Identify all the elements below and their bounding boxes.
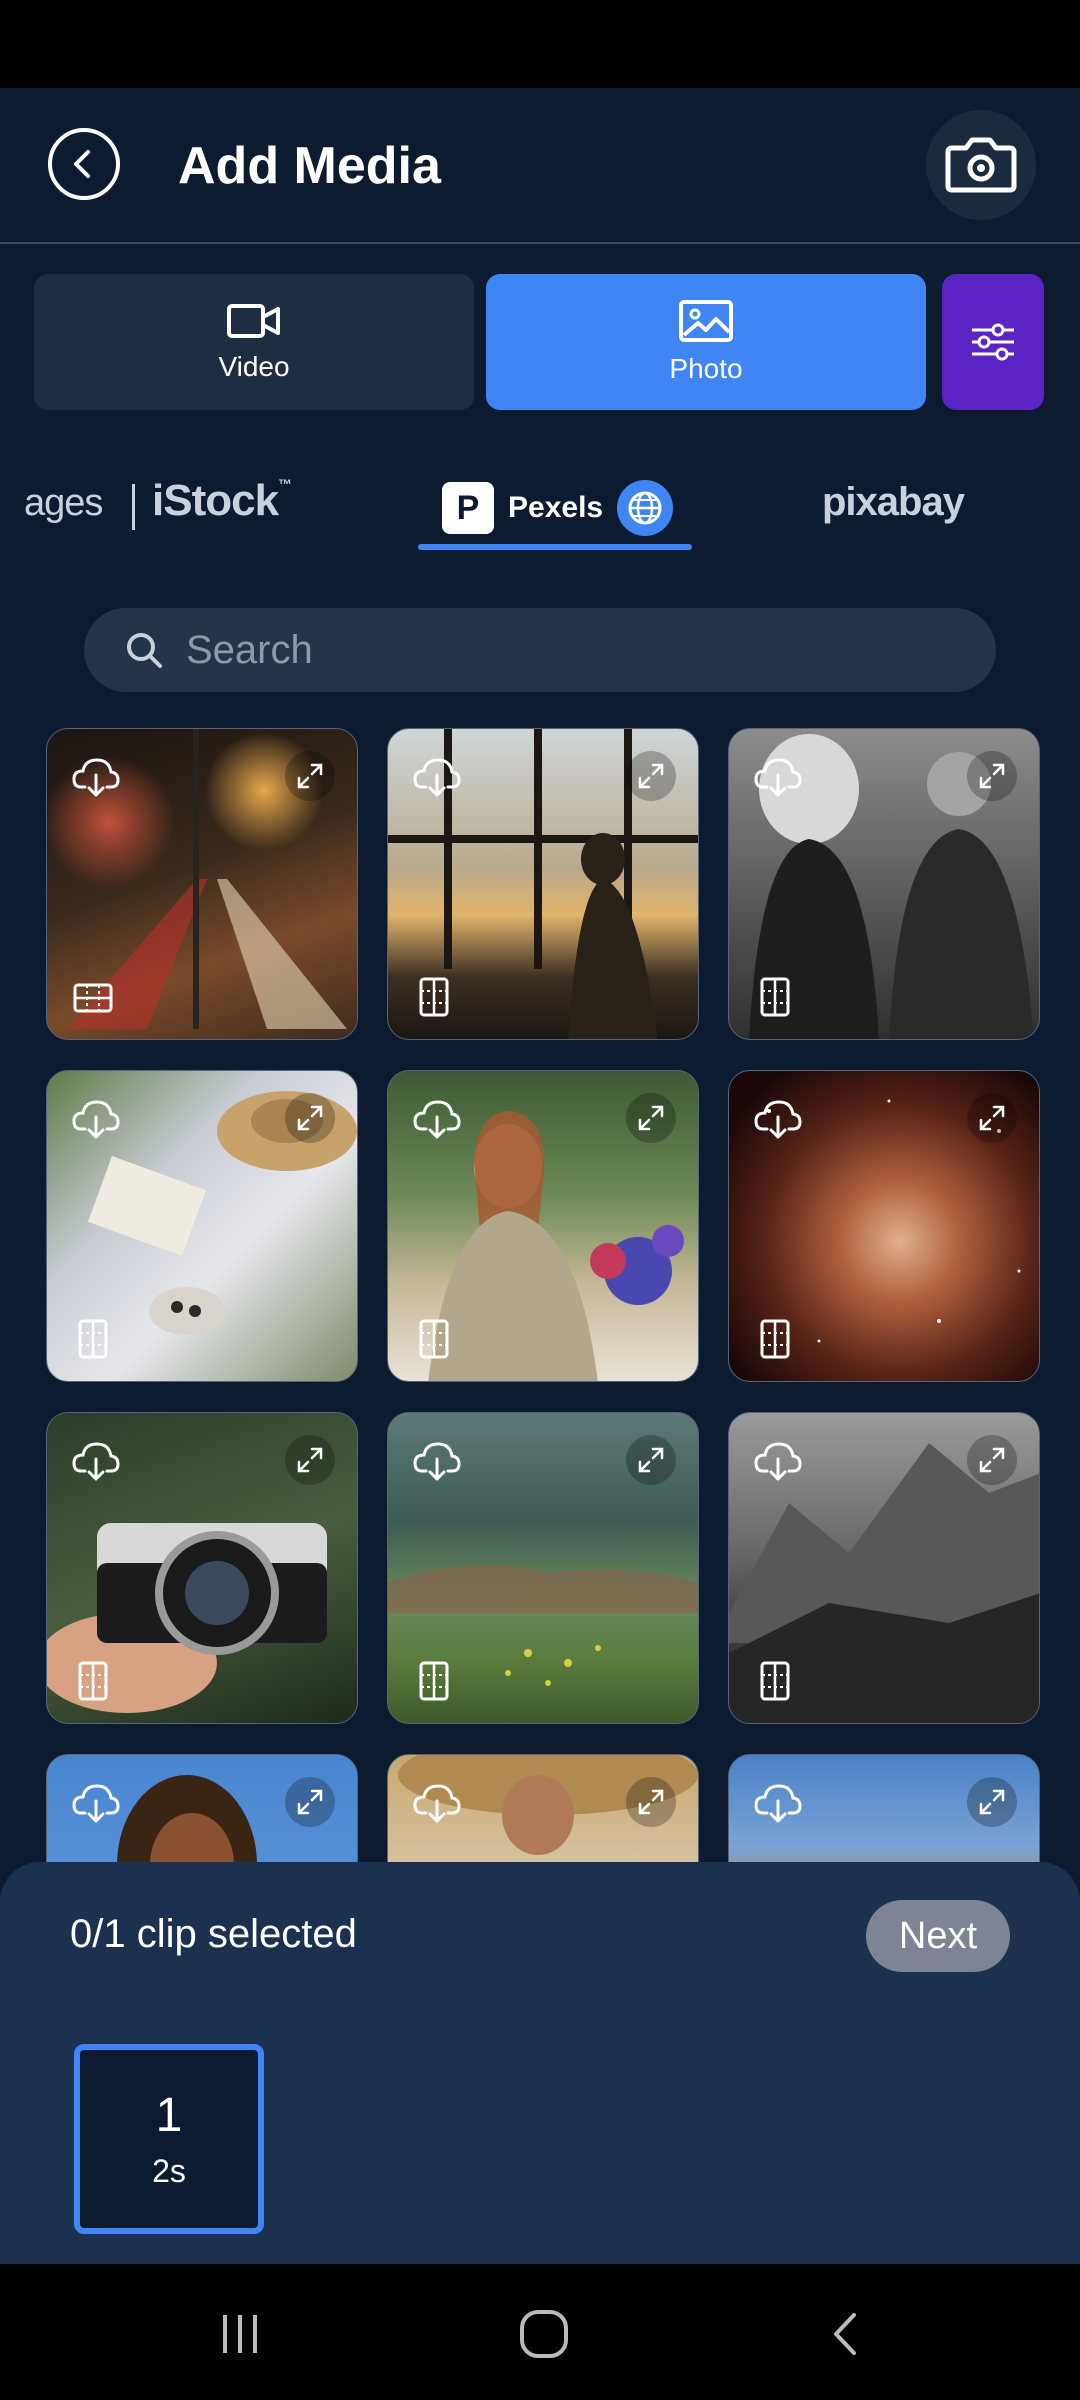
next-button[interactable]: Next — [866, 1900, 1010, 1972]
media-tile-woman-braids[interactable] — [46, 1754, 358, 1862]
video-icon — [227, 304, 280, 338]
search-input[interactable] — [186, 627, 946, 673]
media-tile-man-hat[interactable] — [387, 1754, 699, 1862]
recent-apps-icon — [223, 2315, 257, 2353]
landscape-grid-icon — [73, 983, 113, 1013]
download-cloud-icon[interactable] — [753, 751, 803, 801]
chevron-left-icon — [74, 150, 90, 178]
portrait-grid-icon — [760, 977, 790, 1017]
provider-tabs: ages iStock™ P Pexels pixabay — [0, 462, 1080, 552]
expand-icon[interactable] — [285, 1777, 335, 1827]
provider-pixabay[interactable]: pixabay — [822, 480, 965, 525]
download-cloud-icon[interactable] — [753, 1435, 803, 1485]
media-tile-woman-reading[interactable] — [387, 1070, 699, 1382]
clip-slot[interactable]: 1 2s — [74, 2044, 264, 2234]
provider-pexels[interactable]: P Pexels — [442, 480, 674, 536]
download-cloud-icon[interactable] — [412, 751, 462, 801]
back-button[interactable] — [48, 128, 120, 200]
clip-slot-duration: 2s — [152, 2153, 186, 2189]
expand-icon[interactable] — [967, 1435, 1017, 1485]
istock-trademark: ™ — [278, 476, 292, 492]
portrait-grid-icon — [419, 1319, 449, 1359]
provider-divider — [132, 484, 135, 530]
system-back-button[interactable] — [816, 2304, 876, 2364]
page-title: Add Media — [178, 137, 441, 195]
tab-video-label: Video — [218, 351, 290, 382]
globe-icon — [617, 480, 674, 536]
camera-button[interactable] — [926, 110, 1036, 220]
media-tile-meadow[interactable] — [387, 1412, 699, 1724]
filter-button[interactable] — [942, 274, 1044, 410]
pexels-label: Pexels — [508, 491, 604, 524]
expand-icon[interactable] — [626, 1435, 676, 1485]
expand-icon[interactable] — [967, 1777, 1017, 1827]
media-tile-elderly-couple[interactable] — [728, 728, 1040, 1040]
portrait-grid-icon — [419, 1661, 449, 1701]
expand-icon[interactable] — [626, 1093, 676, 1143]
portrait-grid-icon — [78, 1661, 108, 1701]
home-icon — [520, 2310, 568, 2358]
expand-icon[interactable] — [967, 751, 1017, 801]
expand-icon[interactable] — [285, 751, 335, 801]
home-button[interactable] — [514, 2304, 574, 2364]
media-grid — [0, 726, 1080, 1862]
search-bar[interactable] — [84, 608, 996, 692]
expand-icon[interactable] — [626, 751, 676, 801]
clip-slot-number: 1 — [155, 2089, 183, 2142]
media-tile-picnic[interactable] — [46, 1070, 358, 1382]
media-type-tabs: Video Photo — [0, 274, 1080, 410]
provider-selected-indicator — [418, 544, 692, 550]
expand-icon[interactable] — [967, 1093, 1017, 1143]
tab-video[interactable]: Video — [34, 274, 474, 410]
download-cloud-icon[interactable] — [71, 751, 121, 801]
portrait-grid-icon — [760, 1661, 790, 1701]
portrait-grid-icon — [760, 1319, 790, 1359]
download-cloud-icon[interactable] — [412, 1777, 462, 1827]
image-icon — [679, 300, 733, 342]
provider-istock[interactable]: iStock™ — [152, 476, 292, 526]
media-tile-airport-silhouettes[interactable] — [387, 728, 699, 1040]
media-tile-mountains[interactable] — [728, 1412, 1040, 1724]
status-bar — [0, 0, 1080, 88]
download-cloud-icon[interactable] — [753, 1093, 803, 1143]
clip-selection-status: 0/1 clip selected — [70, 1912, 357, 1956]
search-icon — [127, 633, 162, 668]
download-cloud-icon[interactable] — [412, 1435, 462, 1485]
tab-photo-label: Photo — [669, 353, 743, 384]
download-cloud-icon[interactable] — [753, 1777, 803, 1827]
expand-icon[interactable] — [285, 1435, 335, 1485]
media-tile-night-city[interactable] — [46, 728, 358, 1040]
portrait-grid-icon — [419, 977, 449, 1017]
istock-label: iStock — [152, 476, 279, 525]
portrait-grid-icon — [78, 1319, 108, 1359]
selection-panel: 0/1 clip selected Next 1 2s — [0, 1862, 1080, 2264]
download-cloud-icon[interactable] — [71, 1435, 121, 1485]
sliders-icon — [972, 323, 1014, 361]
camera-icon — [945, 137, 1017, 193]
media-tile-camera-hands[interactable] — [46, 1412, 358, 1724]
back-icon — [834, 2313, 856, 2355]
header: Add Media — [0, 88, 1080, 244]
provider-images-partial[interactable]: ages — [24, 482, 103, 525]
expand-icon[interactable] — [285, 1093, 335, 1143]
expand-icon[interactable] — [626, 1777, 676, 1827]
system-nav-bar — [0, 2264, 1080, 2400]
recent-apps-button[interactable] — [210, 2304, 270, 2364]
media-tile-desert[interactable] — [728, 1754, 1040, 1862]
download-cloud-icon[interactable] — [71, 1777, 121, 1827]
media-tile-nebula[interactable] — [728, 1070, 1040, 1382]
download-cloud-icon[interactable] — [412, 1093, 462, 1143]
tab-photo[interactable]: Photo — [486, 274, 926, 410]
pexels-logo-icon: P — [442, 482, 494, 534]
download-cloud-icon[interactable] — [71, 1093, 121, 1143]
